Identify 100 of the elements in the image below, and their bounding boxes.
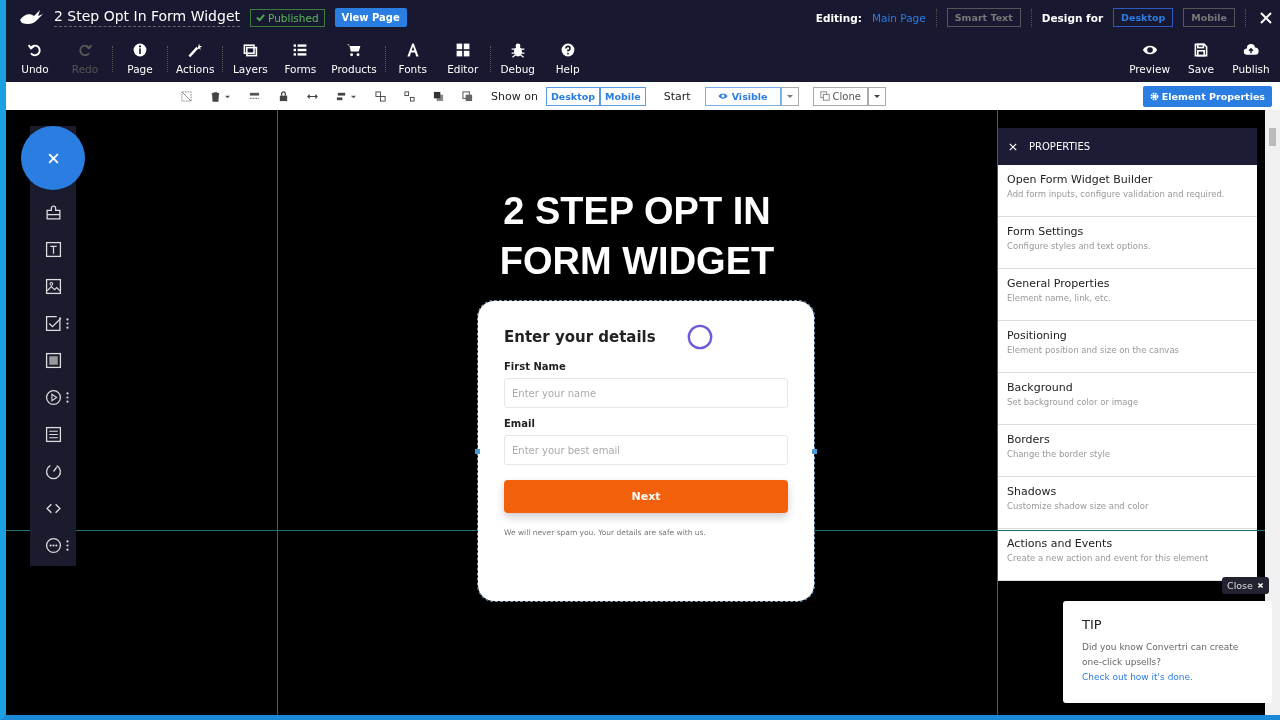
properties-item[interactable]: Open Form Widget Builder Add form inputs, configure validation and required.: [997, 165, 1257, 217]
save-icon: [1193, 42, 1209, 58]
smart-text-button[interactable]: Smart Text: [946, 8, 1021, 27]
toolbar-button[interactable]: Save: [1176, 42, 1226, 75]
tip-title: TIP: [1082, 617, 1103, 632]
no-fill-icon[interactable]: [181, 90, 192, 102]
toolbar-button[interactable]: Layers: [225, 42, 276, 75]
text-icon[interactable]: [44, 241, 62, 258]
resize-handle[interactable]: [475, 449, 480, 454]
start-label: Start: [663, 89, 691, 103]
toolbar-button[interactable]: Actions: [170, 42, 221, 75]
undo-icon: [27, 42, 43, 58]
toolbar-button[interactable]: Help: [542, 42, 593, 75]
editing-label: Editing:: [815, 11, 862, 24]
device-toggle[interactable]: Mobile: [1183, 8, 1235, 27]
panel-title: PROPERTIES: [1029, 141, 1091, 152]
design-for-label: Design for: [1041, 11, 1104, 24]
main-page-link[interactable]: Main Page: [871, 11, 926, 24]
align-icon[interactable]: [336, 90, 347, 102]
bring-front-icon[interactable]: [433, 90, 444, 102]
item-description: Set background color or image: [1007, 397, 1140, 407]
close-icon[interactable]: [1009, 142, 1017, 151]
show-on-toggle[interactable]: Desktop: [545, 86, 601, 106]
resize-handle[interactable]: [812, 449, 817, 454]
properties-item[interactable]: Positioning Element position and size on the canvas: [997, 321, 1257, 373]
form-icon[interactable]: [44, 426, 62, 443]
item-title: Open Form Widget Builder: [1007, 173, 1154, 186]
toolbar-button[interactable]: Publish: [1226, 42, 1276, 75]
field-label: Email: [504, 418, 536, 429]
show-on-label: Show on: [491, 89, 538, 103]
properties-item[interactable]: Borders Change the border style: [997, 425, 1257, 477]
image-icon[interactable]: [44, 278, 62, 295]
timer-icon[interactable]: [44, 463, 62, 480]
gear-icon: [1149, 91, 1159, 101]
more-options-icon[interactable]: [66, 392, 69, 403]
clone-button[interactable]: Clone: [812, 86, 868, 106]
view-page-button[interactable]: View Page: [334, 8, 407, 27]
show-on-toggle[interactable]: Mobile: [600, 86, 646, 106]
puzzle-icon[interactable]: [44, 204, 62, 221]
magic-wand-icon: [187, 42, 204, 58]
close-button[interactable]: Close: [1222, 577, 1269, 594]
close-icon: [1256, 582, 1264, 589]
box-icon[interactable]: [44, 352, 62, 369]
close-icon[interactable]: [1260, 11, 1272, 24]
eye-icon: [717, 91, 728, 101]
item-description: Customize shadow size and color: [1007, 501, 1150, 511]
published-badge: Published: [250, 8, 325, 27]
item-description: Configure styles and text options.: [1007, 241, 1152, 251]
list-icon: [292, 42, 309, 58]
toolbar-button[interactable]: Editor: [437, 42, 488, 75]
group-icon[interactable]: [375, 90, 386, 102]
item-title: Positioning: [1007, 329, 1068, 342]
item-description: Create a new action and event for this element: [1007, 553, 1210, 563]
more-options-icon[interactable]: [66, 318, 69, 329]
copy-icon: [819, 91, 830, 101]
caret-icon: [872, 92, 881, 100]
toolbar-button[interactable]: Debug: [492, 42, 543, 75]
help-icon: [559, 42, 576, 58]
lock-icon[interactable]: [278, 90, 289, 102]
input-field[interactable]: Enter your best email: [504, 435, 788, 465]
input-field[interactable]: Enter your name: [504, 378, 788, 408]
cart-icon: [346, 42, 363, 58]
item-description: Add form inputs, configure validation and required.: [1007, 189, 1226, 199]
line-style-icon[interactable]: [249, 90, 260, 102]
page-heading: 2 STEP OPT IN FORM WIDGET: [498, 189, 776, 284]
layers-icon: [242, 42, 259, 58]
toolbar-button[interactable]: Fonts: [387, 42, 438, 75]
trash-icon[interactable]: [210, 90, 221, 102]
checkbox-icon[interactable]: [45, 315, 62, 332]
properties-item[interactable]: Background Set background color or image: [997, 373, 1257, 425]
item-title: Actions and Events: [1007, 537, 1114, 550]
ungroup-icon[interactable]: [404, 90, 415, 102]
toolbar-button[interactable]: Page: [115, 42, 165, 75]
loading-spinner-icon: [686, 323, 714, 351]
item-title: Borders: [1007, 433, 1051, 446]
tip-link[interactable]: Check out how it's done.: [1082, 670, 1253, 685]
item-title: Background: [1007, 381, 1074, 394]
more-options-icon[interactable]: [66, 540, 69, 551]
toolbar-button[interactable]: Products: [325, 42, 383, 75]
page-title[interactable]: 2 Step Opt In Form Widget: [54, 8, 240, 27]
toolbar-button[interactable]: Forms: [275, 42, 326, 75]
send-back-icon[interactable]: [462, 90, 473, 102]
close-icon: [46, 151, 60, 165]
properties-item[interactable]: Shadows Customize shadow size and color: [997, 477, 1257, 529]
bug-icon: [509, 42, 526, 58]
info-icon: [132, 42, 148, 58]
more-icon[interactable]: [45, 537, 62, 554]
properties-item[interactable]: General Properties Element name, link, etc.: [997, 269, 1257, 321]
toolbar-button[interactable]: Undo: [10, 42, 60, 75]
visibility-dropdown[interactable]: Visible: [704, 86, 781, 106]
element-properties-button[interactable]: Element Properties: [1142, 85, 1272, 107]
item-description: Change the border style: [1007, 449, 1112, 459]
toolbar-button[interactable]: Preview: [1123, 42, 1176, 75]
play-icon[interactable]: [45, 389, 62, 406]
tip-text: Did you know Convertri can create one-click upsells?: [1082, 641, 1240, 669]
scrollbar[interactable]: [1265, 110, 1280, 715]
properties-item[interactable]: Form Settings Configure styles and text options.: [997, 217, 1257, 269]
grid-icon: [454, 42, 471, 58]
item-title: Form Settings: [1007, 225, 1085, 238]
device-toggle[interactable]: Desktop: [1113, 8, 1174, 27]
